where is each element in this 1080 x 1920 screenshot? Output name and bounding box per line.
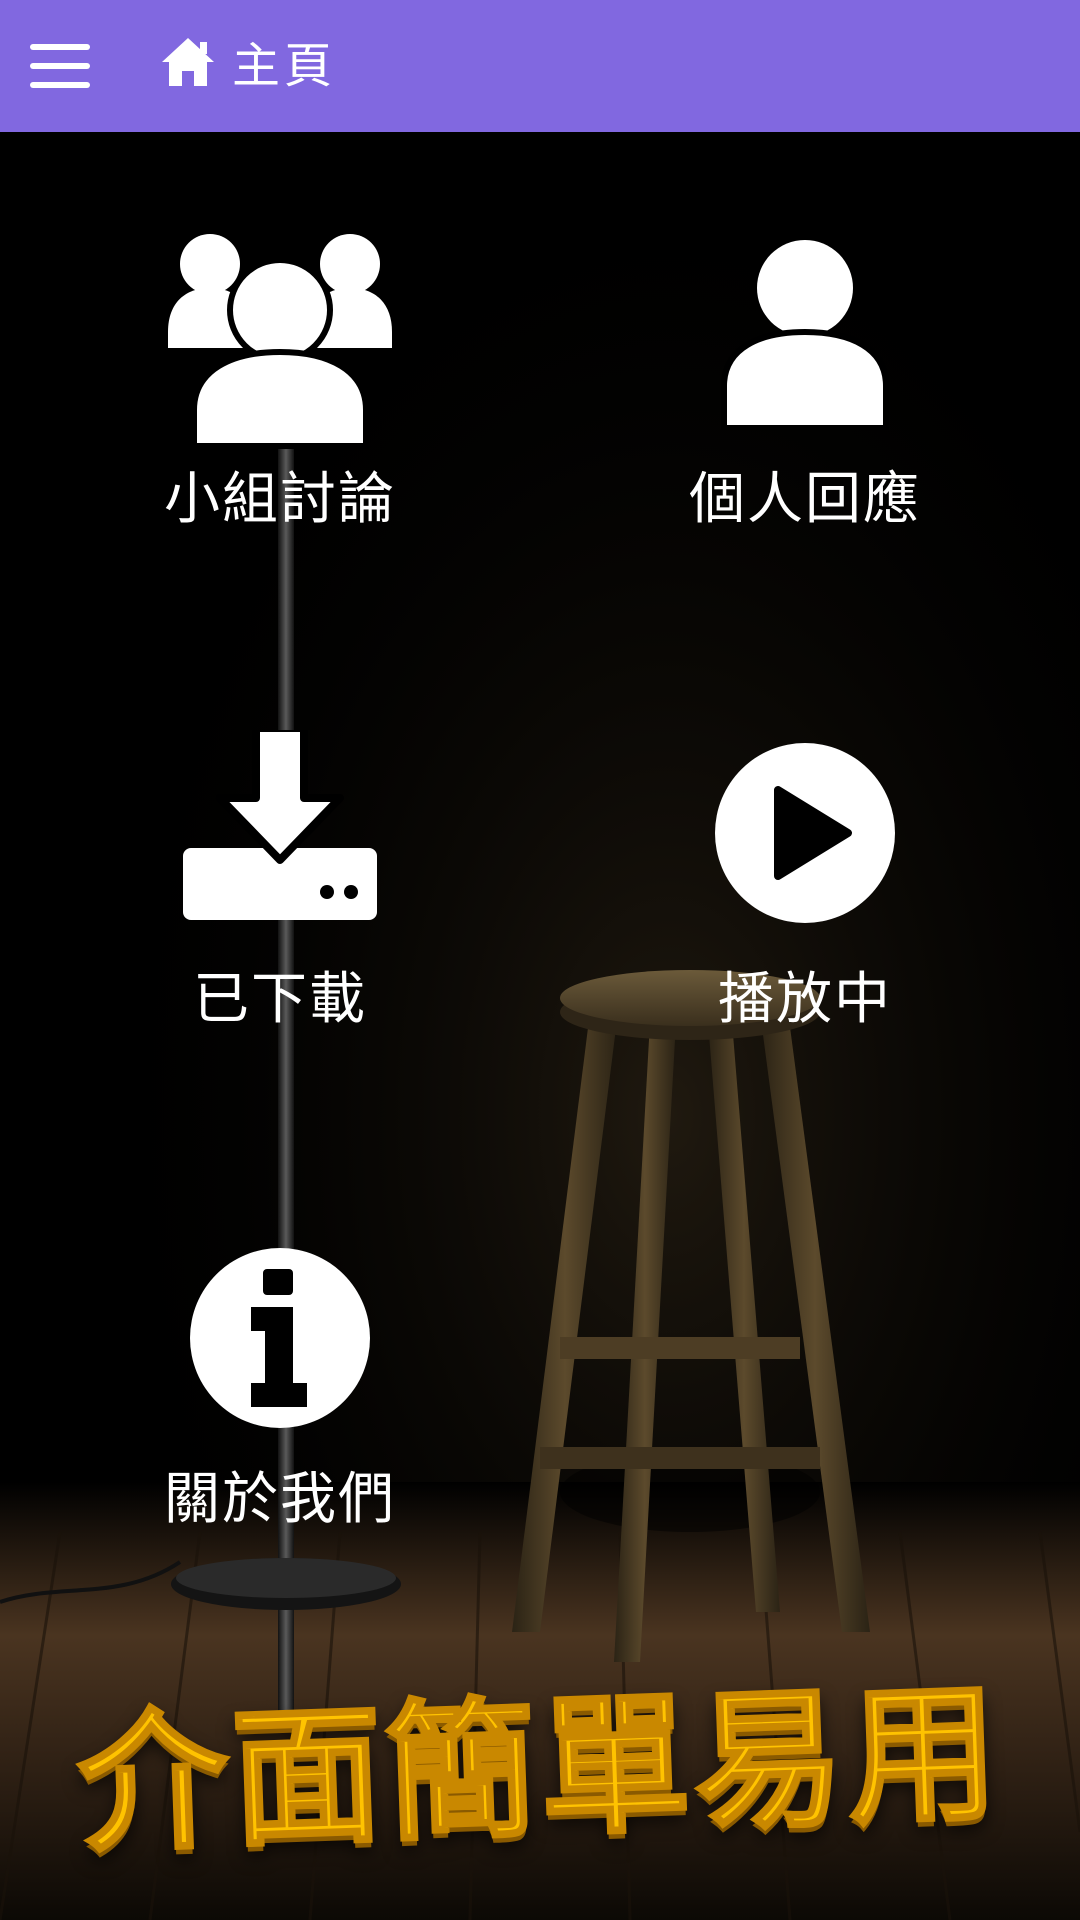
group-discussion-button[interactable]: 小組討論 bbox=[70, 210, 490, 610]
info-circle-icon bbox=[190, 1248, 370, 1428]
now-playing-label: 播放中 bbox=[718, 967, 892, 1032]
user-icon bbox=[721, 240, 889, 430]
now-playing-button[interactable]: 播放中 bbox=[595, 720, 1015, 1120]
group-users-icon bbox=[168, 234, 392, 449]
home-screen: 主頁 小組討論 個人回應 已下載 播放中 關於我們 介面簡單易用 bbox=[0, 0, 1080, 1920]
app-bar: 主頁 bbox=[0, 0, 1080, 132]
downloaded-button[interactable]: 已下載 bbox=[70, 720, 490, 1120]
group-discussion-label: 小組討論 bbox=[164, 467, 396, 532]
personal-response-button[interactable]: 個人回應 bbox=[595, 210, 1015, 610]
promo-slogan: 介面簡單易用 bbox=[74, 1665, 1007, 1874]
personal-response-label: 個人回應 bbox=[689, 467, 921, 532]
page-title: 主頁 bbox=[232, 38, 337, 94]
home-icon bbox=[162, 38, 214, 86]
play-circle-icon bbox=[715, 743, 895, 923]
download-icon bbox=[183, 730, 377, 920]
about-us-label: 關於我們 bbox=[164, 1467, 396, 1532]
downloaded-label: 已下載 bbox=[193, 967, 367, 1032]
about-us-button[interactable]: 關於我們 bbox=[70, 1225, 490, 1625]
hamburger-menu-icon[interactable] bbox=[22, 34, 98, 98]
